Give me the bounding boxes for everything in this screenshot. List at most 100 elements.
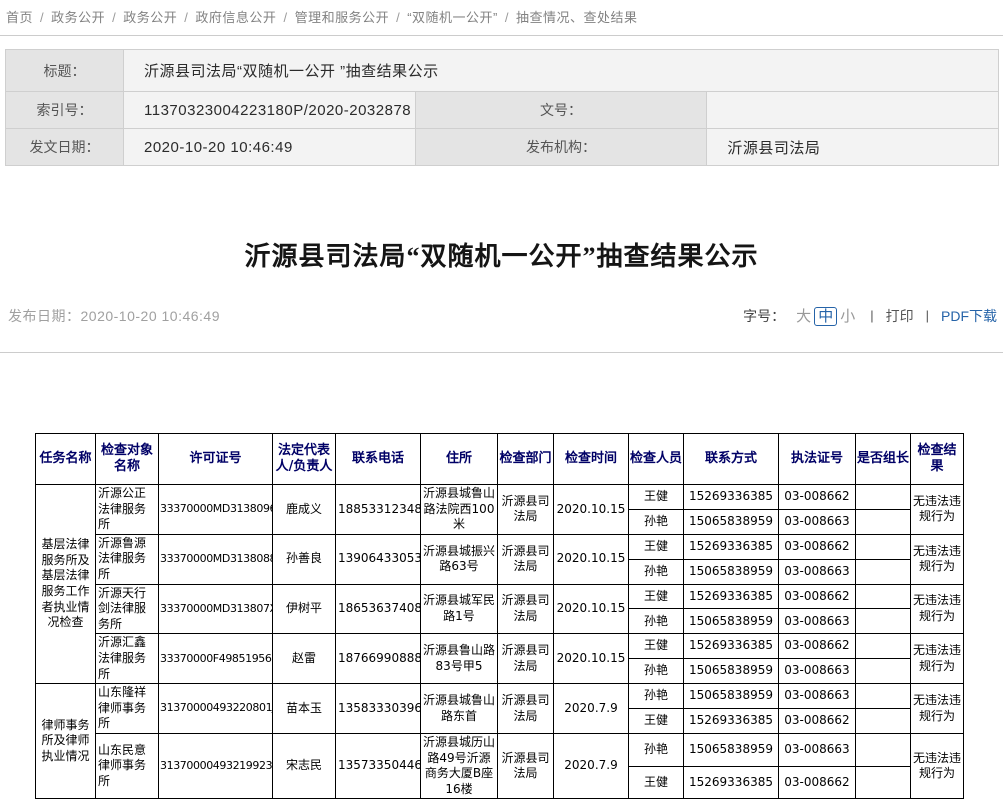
column-header: 任务名称 [36,434,96,485]
cell-inspector-cert: 03-008662 [779,534,856,559]
cell-leader [856,659,911,684]
meta-agency-value: 沂源县司法局 [707,129,999,166]
cell-inspector-contact: 15269336385 [684,485,779,510]
cell-inspector-contact: 15269336385 [684,709,779,734]
cell-object-name: 沂源天行剑法律服务所 [96,584,159,634]
breadcrumb-item[interactable]: “双随机一公开” [407,10,498,25]
font-size-button[interactable]: 大 [793,307,814,326]
cell-inspector-name: 孙艳 [629,733,684,766]
cell-license: 31370000493219923R [159,733,273,798]
column-header: 检查对象名称 [96,434,159,485]
meta-docnum-label: 文号： [415,92,707,129]
cell-inspector-contact: 15269336385 [684,634,779,659]
column-header: 检查结果 [911,434,964,485]
cell-phone: 13583330396 [336,684,421,734]
cell-department: 沂源县司法局 [498,584,554,634]
cell-inspector-cert: 03-008662 [779,766,856,799]
meta-title-value: 沂源县司法局“双随机一公开 ”抽查结果公示 [124,50,999,92]
cell-inspector-name: 王健 [629,485,684,510]
tools-divider: | [870,308,873,323]
cell-leader [856,485,911,510]
cell-inspector-contact: 15269336385 [684,584,779,609]
cell-date: 2020.10.15 [554,534,629,584]
font-size-button[interactable]: 小 [837,307,858,326]
cell-date: 2020.10.15 [554,584,629,634]
cell-representative: 赵雷 [273,634,336,684]
breadcrumb-separator: / [40,10,44,25]
cell-leader [856,684,911,709]
cell-leader [856,709,911,734]
cell-task-name: 基层法律服务所及基层法律服务工作者执业情况检查 [36,485,96,684]
breadcrumb-separator: / [396,10,400,25]
column-header: 检查部门 [498,434,554,485]
font-size-label: 字号： [743,306,785,326]
cell-object-name: 山东民意律师事务所 [96,733,159,798]
cell-address: 沂源县城军民路1号 [421,584,498,634]
meta-table: 标题： 沂源县司法局“双随机一公开 ”抽查结果公示 索引号： 113703230… [5,49,999,166]
cell-phone: 18653637408 [336,584,421,634]
cell-result: 无违法违规行为 [911,534,964,584]
cell-inspector-cert: 03-008663 [779,659,856,684]
breadcrumb: 首页/政务公开/政务公开/政府信息公开/管理和服务公开/“双随机一公开”/抽查情… [0,0,1003,36]
cell-inspector-cert: 03-008663 [779,509,856,534]
cell-inspector-contact: 15269336385 [684,766,779,799]
font-size-buttons: 大中小 [793,305,858,326]
cell-representative: 伊树平 [273,584,336,634]
publish-row: 发布日期：2020-10-20 10:46:49 字号： 大中小 | 打印 | … [8,305,997,326]
cell-department: 沂源县司法局 [498,534,554,584]
cell-inspector-cert: 03-008662 [779,584,856,609]
cell-inspector-cert: 03-008663 [779,733,856,766]
breadcrumb-item[interactable]: 管理和服务公开 [295,10,390,25]
cell-inspector-cert: 03-008662 [779,634,856,659]
font-size-button-active[interactable]: 中 [814,307,837,326]
cell-date: 2020.10.15 [554,634,629,684]
column-header: 是否组长 [856,434,911,485]
cell-inspector-name: 王健 [629,709,684,734]
cell-license: 33370000MD31380960 [159,485,273,535]
page-title: 沂源县司法局“双随机一公开”抽查结果公示 [0,236,1003,273]
cell-inspector-contact: 15065838959 [684,509,779,534]
cell-inspector-name: 孙艳 [629,609,684,634]
cell-representative: 宋志民 [273,733,336,798]
cell-phone: 18766990888 [336,634,421,684]
column-header: 许可证号 [159,434,273,485]
cell-license: 33370000F49851956C [159,634,273,684]
pdf-download-button[interactable]: PDF下载 [941,306,997,326]
tools-divider: | [926,308,929,323]
cell-representative: 孙善良 [273,534,336,584]
cell-phone: 13573350446 [336,733,421,798]
cell-license: 31370000493220801J [159,684,273,734]
cell-address: 沂源县城鲁山路法院西100米 [421,485,498,535]
cell-leader [856,733,911,766]
meta-title-label: 标题： [6,50,124,92]
breadcrumb-item[interactable]: 政府信息公开 [195,10,276,25]
column-header: 检查人员 [629,434,684,485]
cell-department: 沂源县司法局 [498,684,554,734]
cell-leader [856,609,911,634]
column-header: 检查时间 [554,434,629,485]
article-tools: 字号： 大中小 | 打印 | PDF下载 [743,305,997,326]
breadcrumb-current: 抽查情况、查处结果 [516,10,638,25]
cell-inspector-contact: 15065838959 [684,609,779,634]
cell-leader [856,559,911,584]
cell-inspector-cert: 03-008662 [779,485,856,510]
breadcrumb-item[interactable]: 政务公开 [123,10,177,25]
column-header: 联系方式 [684,434,779,485]
breadcrumb-item[interactable]: 首页 [6,10,33,25]
cell-object-name: 沂源公正法律服务所 [96,485,159,535]
column-header: 执法证号 [779,434,856,485]
cell-leader [856,509,911,534]
cell-license: 33370000MD31380885 [159,534,273,584]
cell-task-name: 律师事务所及律师执业情况 [36,684,96,799]
breadcrumb-separator: / [283,10,287,25]
meta-date-label: 发文日期： [6,129,124,166]
column-header: 联系电话 [336,434,421,485]
breadcrumb-item[interactable]: 政务公开 [51,10,105,25]
cell-inspector-contact: 15065838959 [684,733,779,766]
cell-inspector-name: 王健 [629,534,684,559]
column-header: 住所 [421,434,498,485]
meta-agency-label: 发布机构： [415,129,707,166]
cell-result: 无违法违规行为 [911,733,964,798]
cell-object-name: 沂源汇鑫法律服务所 [96,634,159,684]
print-button[interactable]: 打印 [886,306,914,326]
